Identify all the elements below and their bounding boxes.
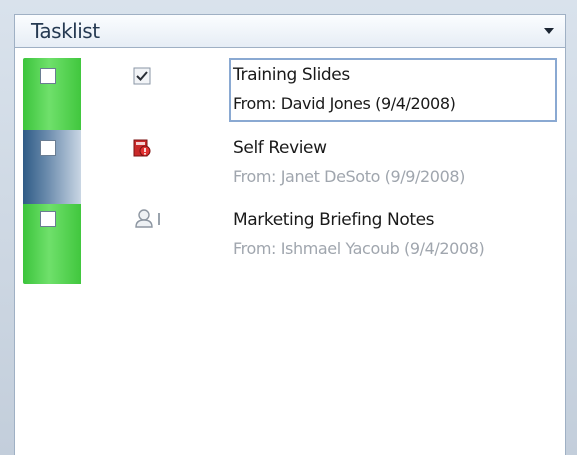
task-3-checkbox[interactable]: [40, 211, 56, 227]
red-document-icon: [132, 138, 152, 158]
task-from: From: Janet DeSoto (9/9/2008): [233, 167, 465, 186]
task-row-3[interactable]: Marketing Briefing Notes From: Ishmael Y…: [229, 203, 557, 267]
task-from: From: Ishmael Yacoub (9/4/2008): [233, 239, 485, 258]
task-list: Training Slides From: David Jones (9/4/2…: [14, 48, 566, 455]
panel-title: Tasklist: [31, 19, 100, 43]
task-title: Marketing Briefing Notes: [233, 210, 435, 230]
task-title: Self Review: [233, 138, 327, 158]
task-title: Training Slides: [233, 65, 350, 85]
task-row-1[interactable]: Training Slides From: David Jones (9/4/2…: [229, 58, 557, 122]
chevron-down-icon: [544, 28, 554, 34]
task-row-2[interactable]: Self Review From: Janet DeSoto (9/9/2008…: [229, 131, 557, 195]
task-from: From: David Jones (9/4/2008): [233, 94, 456, 113]
task-1-checkbox[interactable]: [40, 68, 56, 84]
status-bar: [23, 58, 81, 284]
task-2-checkbox[interactable]: [40, 140, 56, 156]
panel-menu-button[interactable]: [541, 23, 557, 39]
checkmark-icon: [132, 66, 152, 86]
tasklist-panel: Tasklist Training Slides From: David Jon…: [0, 0, 577, 455]
panel-header: Tasklist: [14, 14, 566, 48]
person-icon: [135, 208, 163, 228]
